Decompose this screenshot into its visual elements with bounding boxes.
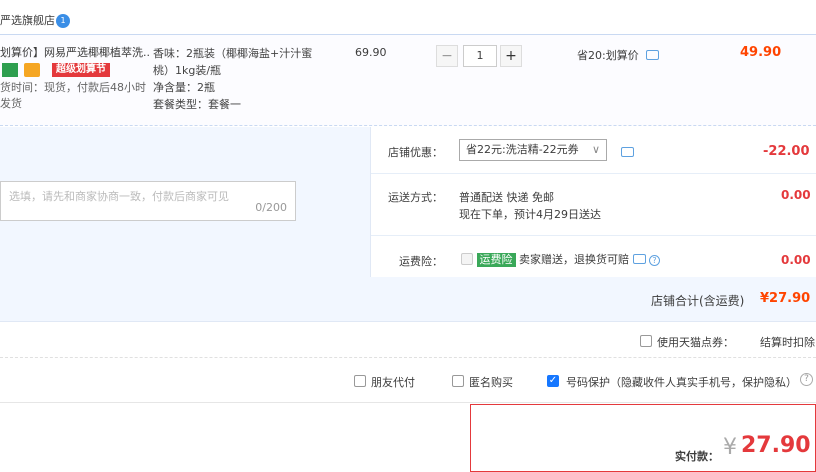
insurance-text: 卖家赠送，退换货可赔 (519, 253, 629, 266)
shop-total-row: 店铺合计(含运费) ¥27.90 (0, 277, 816, 322)
item-discount: 省20:划算价 (577, 47, 660, 63)
comment-icon[interactable] (621, 147, 634, 157)
tmall-coupon-checkbox[interactable] (640, 335, 652, 347)
friend-pay-checkbox[interactable] (354, 375, 366, 387)
memo-count: 0/200 (255, 201, 287, 214)
insurance-label: 运费险： (399, 255, 443, 268)
shipping-label: 运送方式： (388, 191, 443, 204)
shipping-info: 普通配送 快递 免邮 现在下单，预计4月29日送达 (459, 189, 601, 223)
store-name[interactable]: 严选旗舰店 (0, 14, 55, 27)
privacy-checkbox[interactable]: ✓ (547, 375, 559, 387)
shipping-eta: 现在下单，预计4月29日送达 (459, 208, 601, 221)
shop-section: 选填，请先和商家协商一致，付款后商家可见 0/200 店铺优惠： 省22元:洗洁… (0, 127, 816, 277)
item-ship-time: 货时间：现货，付款后48小时 发货 (0, 80, 150, 112)
shipping-method: 普通配送 快递 免邮 (459, 191, 554, 204)
tmall-coupon-label: 使用天猫点券： (657, 336, 734, 349)
comment-icon[interactable] (632, 254, 646, 264)
divider (371, 235, 816, 236)
coupon-selected: 省22元:洗洁精-22元券 (466, 143, 579, 156)
unit-price: 69.90 (355, 46, 387, 59)
help-icon[interactable]: ? (649, 255, 660, 266)
shipping-amount: 0.00 (781, 188, 811, 202)
insurance-checkbox[interactable] (461, 253, 473, 265)
privacy-label: 号码保护（隐藏收件人真实手机号，保护隐私） (566, 376, 797, 389)
ship-line-2: 发货 (0, 97, 22, 110)
insurance-badge: 运费险 (476, 253, 516, 267)
qty-plus-button[interactable]: + (500, 45, 522, 67)
item-title[interactable]: 划算价】网易严选椰椰植萃洗... (0, 44, 150, 60)
divider (371, 173, 816, 174)
shop-options-panel: 店铺优惠： 省22元:洗洁精-22元券 ∨ -22.00 运送方式： 普通配送 … (370, 127, 816, 277)
qty-input[interactable]: 1 (463, 45, 497, 67)
sku-line: 桃）1kg装/瓶 (153, 64, 222, 77)
payment-value: 27.90 (741, 433, 811, 458)
friend-pay-label: 朋友代付 (371, 376, 415, 389)
insurance-info: 运费险 卖家赠送，退换货可赔 ? (461, 251, 660, 267)
quantity-stepper: − 1 + (436, 45, 522, 67)
sku-line: 套餐类型：套餐一 (153, 98, 241, 111)
memo-input[interactable]: 选填，请先和商家协商一致，付款后商家可见 0/200 (0, 181, 296, 221)
coupon-select[interactable]: 省22元:洗洁精-22元券 ∨ (459, 139, 607, 161)
comment-icon[interactable] (646, 50, 660, 60)
payment-currency: ¥ (723, 435, 737, 460)
tmall-coupon-note: 结算时扣除 (760, 336, 815, 349)
shop-total-label: 店铺合计(含运费) (651, 294, 745, 308)
qty-minus-button[interactable]: − (436, 45, 458, 67)
shop-total-value: ¥27.90 (760, 291, 811, 306)
order-options-row: 朋友代付 匿名购买 ✓ 号码保护（隐藏收件人真实手机号，保护隐私） ? (0, 358, 816, 403)
insurance-amount: 0.00 (781, 253, 811, 267)
store-chat-icon[interactable]: 1 (56, 14, 70, 28)
item-row: 划算价】网易严选椰椰植萃洗... 超级划算节 货时间：现货，付款后48小时 发货… (0, 34, 816, 126)
payment-box: 实付款： ¥ 27.90 (470, 404, 816, 472)
item-total: 49.90 (740, 45, 782, 60)
sku-line: 净含量：2瓶 (153, 81, 215, 94)
chevron-down-icon: ∨ (591, 143, 600, 156)
anonymous-label: 匿名购买 (469, 376, 513, 389)
item-sku: 香味：2瓶装（椰椰海盐+汁汁蜜 桃）1kg装/瓶 净含量：2瓶 套餐类型：套餐一 (153, 45, 323, 113)
shop-promo-label: 店铺优惠： (388, 146, 443, 159)
anonymous-checkbox[interactable] (452, 375, 464, 387)
card-icon (24, 63, 40, 77)
help-icon[interactable]: ? (800, 373, 813, 386)
promo-tag: 超级划算节 (52, 63, 110, 77)
service-icon-green (2, 63, 18, 77)
payment-label: 实付款： (675, 450, 719, 463)
sku-line: 香味：2瓶装（椰椰海盐+汁汁蜜 (153, 47, 313, 60)
shop-promo-amount: -22.00 (763, 144, 810, 159)
memo-placeholder: 选填，请先和商家协商一致，付款后商家可见 (9, 190, 229, 203)
ship-line-1: 货时间：现货，付款后48小时 (0, 81, 146, 94)
store-header: 严选旗舰店 1 (0, 12, 70, 32)
tmall-coupon-row: 使用天猫点券： 结算时扣除 (0, 322, 816, 358)
discount-text: 省20:划算价 (577, 49, 639, 62)
